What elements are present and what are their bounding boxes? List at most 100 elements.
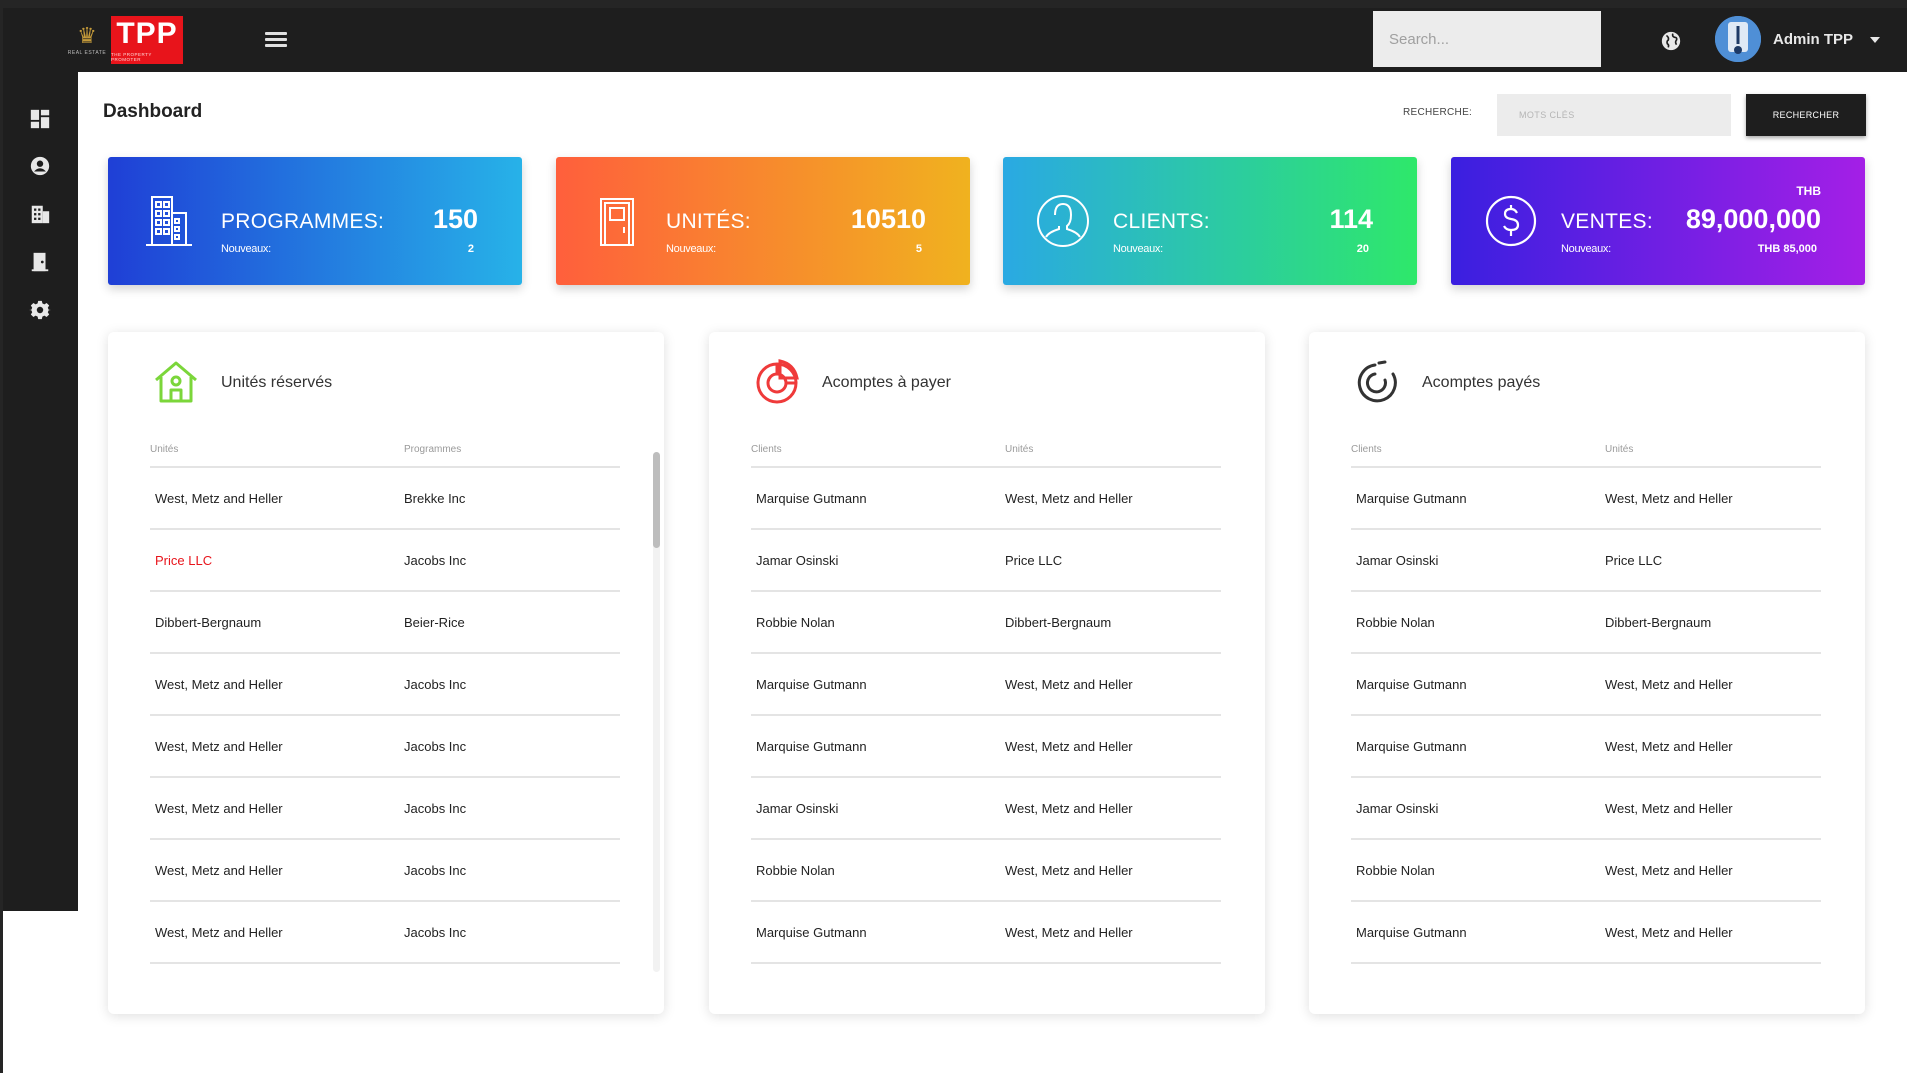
- sidebar-item-profile[interactable]: [28, 154, 52, 178]
- stat-value: 10510: [850, 204, 926, 234]
- stat-title: UNITÉS:: [666, 210, 751, 233]
- table-row[interactable]: Marquise Gutmann West, Metz and Heller: [1351, 902, 1821, 964]
- table-row[interactable]: Jamar Osinski Price LLC: [1351, 530, 1821, 592]
- cell-primary: Price LLC: [155, 553, 213, 568]
- panel-deposits-paid: Acomptes payés Clients Unités Marquise G…: [1309, 332, 1865, 1014]
- table-row[interactable]: Marquise Gutmann West, Metz and Heller: [1351, 654, 1821, 716]
- cell-secondary: Dibbert-Bergnaum: [1005, 615, 1112, 630]
- table-row[interactable]: Robbie Nolan West, Metz and Heller: [1351, 840, 1821, 902]
- scrollbar-thumb[interactable]: [653, 452, 660, 548]
- stat-subtitle: Nouveaux:: [221, 243, 271, 255]
- cell-secondary: Jacobs Inc: [404, 553, 467, 568]
- stat-subtitle: Nouveaux:: [1113, 243, 1163, 255]
- table-row[interactable]: West, Metz and Heller Jacobs Inc: [150, 902, 620, 964]
- cell-primary: Marquise Gutmann: [1356, 677, 1467, 692]
- stat-card-sales[interactable]: THB VENTES: Nouveaux: 89,000,000 THB 85,…: [1451, 157, 1865, 285]
- cell-primary: West, Metz and Heller: [155, 863, 283, 878]
- cell-primary: Jamar Osinski: [756, 801, 839, 816]
- stat-card-clients[interactable]: CLIENTS: Nouveaux: 114 20: [1003, 157, 1417, 285]
- door-icon: [31, 252, 49, 272]
- cell-secondary: Jacobs Inc: [404, 801, 467, 816]
- cell-primary: Marquise Gutmann: [1356, 491, 1467, 506]
- cell-primary: Dibbert-Bergnaum: [155, 615, 262, 630]
- search-button[interactable]: RECHERCHER: [1746, 94, 1866, 136]
- table-row[interactable]: Jamar Osinski Price LLC: [751, 530, 1221, 592]
- table-row[interactable]: Marquise Gutmann West, Metz and Heller: [1351, 716, 1821, 778]
- cell-secondary: West, Metz and Heller: [1605, 925, 1733, 940]
- panel-title: Unités réservés: [221, 374, 333, 391]
- sidebar-item-dashboard[interactable]: [28, 107, 52, 131]
- table-row[interactable]: West, Metz and Heller Jacobs Inc: [150, 716, 620, 778]
- sidebar-item-programmes[interactable]: [28, 202, 52, 226]
- table-header: Clients Unités: [1351, 444, 1821, 468]
- cell-secondary: Jacobs Inc: [404, 677, 467, 692]
- cell-secondary: Price LLC: [1005, 553, 1063, 568]
- column-header: Clients: [1351, 444, 1382, 455]
- gear-icon: [29, 300, 51, 320]
- table-row[interactable]: Jamar Osinski West, Metz and Heller: [751, 778, 1221, 840]
- dashboard-icon: [30, 109, 50, 129]
- sidebar-item-settings[interactable]: [28, 298, 52, 322]
- search-label: RECHERCHE:: [1403, 107, 1473, 118]
- table-row[interactable]: West, Metz and Heller Jacobs Inc: [150, 778, 620, 840]
- sidebar: [3, 72, 78, 911]
- cell-primary: Robbie Nolan: [1356, 863, 1435, 878]
- panel-deposits-due: Acomptes à payer Clients Unités Marquise…: [709, 332, 1265, 1014]
- cell-primary: Robbie Nolan: [1356, 615, 1435, 630]
- brand-logo[interactable]: ♛ REAL ESTATE TPP THE PROPERTY PROMOTER: [67, 15, 183, 65]
- crest-text: REAL ESTATE: [67, 49, 107, 56]
- user-circle-icon: [30, 156, 50, 176]
- house-icon: [155, 361, 197, 403]
- stat-subtitle: Nouveaux:: [1561, 243, 1611, 255]
- panel-title: Acomptes payés: [1422, 374, 1541, 391]
- cell-primary: Marquise Gutmann: [756, 739, 867, 754]
- stat-title: PROGRAMMES:: [221, 210, 385, 233]
- cell-primary: Robbie Nolan: [756, 863, 835, 878]
- cell-secondary: West, Metz and Heller: [1005, 739, 1133, 754]
- cell-primary: Jamar Osinski: [1356, 801, 1439, 816]
- table-row[interactable]: Robbie Nolan Dibbert-Bergnaum: [1351, 592, 1821, 654]
- cell-secondary: West, Metz and Heller: [1005, 925, 1133, 940]
- cell-primary: Marquise Gutmann: [756, 491, 867, 506]
- menu-icon[interactable]: [265, 32, 287, 48]
- crown-icon: ♛: [77, 22, 97, 48]
- screen-frame: ♛ REAL ESTATE TPP THE PROPERTY PROMOTER: [0, 0, 1907, 1073]
- scrollbar[interactable]: [653, 452, 660, 972]
- table-row[interactable]: West, Metz and Heller Jacobs Inc: [150, 840, 620, 902]
- cell-primary: Marquise Gutmann: [756, 677, 867, 692]
- user-name[interactable]: Admin TPP: [1773, 31, 1853, 48]
- stat-card-units[interactable]: UNITÉS: Nouveaux: 10510 5: [556, 157, 970, 285]
- table-header: Unités Programmes: [150, 444, 620, 468]
- table-row[interactable]: Marquise Gutmann West, Metz and Heller: [751, 716, 1221, 778]
- cell-secondary: Dibbert-Bergnaum: [1605, 615, 1712, 630]
- table-row[interactable]: Robbie Nolan West, Metz and Heller: [751, 840, 1221, 902]
- cell-primary: Jamar Osinski: [756, 553, 839, 568]
- dollar-circle-icon: [1485, 195, 1537, 247]
- cell-secondary: West, Metz and Heller: [1005, 801, 1133, 816]
- keyword-search-input[interactable]: [1497, 94, 1731, 136]
- cell-secondary: Beier-Rice: [404, 615, 465, 630]
- progress-circle-icon: [1357, 360, 1397, 403]
- donut-chart-icon: [756, 359, 799, 404]
- sidebar-item-units[interactable]: [28, 250, 52, 274]
- table-row[interactable]: Marquise Gutmann West, Metz and Heller: [751, 902, 1221, 964]
- table-row[interactable]: Marquise Gutmann West, Metz and Heller: [751, 468, 1221, 530]
- cell-secondary: Jacobs Inc: [404, 863, 467, 878]
- chevron-down-icon[interactable]: [1870, 37, 1880, 43]
- cell-primary: West, Metz and Heller: [155, 677, 283, 692]
- table-row[interactable]: Price LLC Jacobs Inc: [150, 530, 620, 592]
- table-row[interactable]: Marquise Gutmann West, Metz and Heller: [751, 654, 1221, 716]
- cell-secondary: West, Metz and Heller: [1605, 491, 1733, 506]
- global-search-input[interactable]: [1373, 11, 1601, 67]
- globe-icon[interactable]: [1660, 30, 1682, 52]
- stat-card-programmes[interactable]: PROGRAMMES: Nouveaux: 150 2: [108, 157, 522, 285]
- table-row[interactable]: Dibbert-Bergnaum Beier-Rice: [150, 592, 620, 654]
- avatar[interactable]: [1715, 16, 1761, 62]
- table-row[interactable]: West, Metz and Heller Brekke Inc: [150, 468, 620, 530]
- stat-value: 150: [432, 204, 478, 234]
- table-row[interactable]: Marquise Gutmann West, Metz and Heller: [1351, 468, 1821, 530]
- table-row[interactable]: Jamar Osinski West, Metz and Heller: [1351, 778, 1821, 840]
- table-row[interactable]: West, Metz and Heller Jacobs Inc: [150, 654, 620, 716]
- stat-new-count: 2: [467, 243, 474, 255]
- table-row[interactable]: Robbie Nolan Dibbert-Bergnaum: [751, 592, 1221, 654]
